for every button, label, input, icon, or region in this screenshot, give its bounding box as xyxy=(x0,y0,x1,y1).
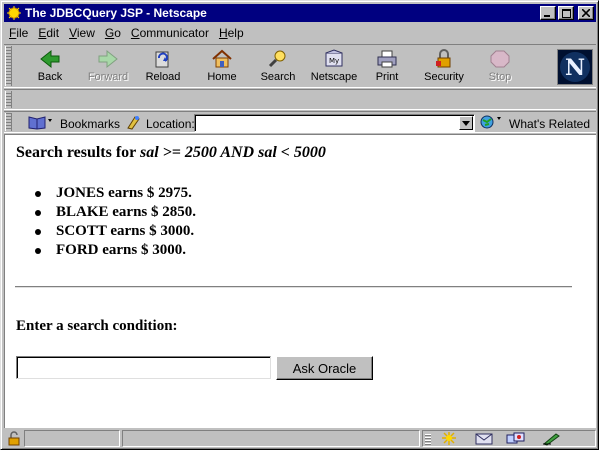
netscape-app-icon xyxy=(6,5,22,21)
whats-related-icon xyxy=(479,114,507,133)
minimize-button[interactable] xyxy=(540,6,556,20)
horizontal-rule xyxy=(15,286,572,288)
menu-edit[interactable]: Edit xyxy=(33,26,64,40)
forward-button[interactable]: Forward xyxy=(80,47,136,87)
band-grip[interactable] xyxy=(5,91,12,108)
location-label: Location: xyxy=(146,116,195,131)
chevron-down-icon xyxy=(462,120,470,126)
bookmarks-icon xyxy=(26,114,56,133)
back-arrow-icon xyxy=(37,47,63,71)
menu-go[interactable]: Go xyxy=(100,26,126,40)
list-item: BLAKE earns $ 2850. xyxy=(35,203,196,222)
search-icon xyxy=(265,47,291,71)
home-label: Home xyxy=(207,71,237,83)
netscape-label: Netscape xyxy=(310,71,358,83)
netscape-logo[interactable]: N xyxy=(557,49,593,85)
netscape-button[interactable]: My Netscape xyxy=(306,47,362,87)
location-label-group: Location: xyxy=(125,114,195,133)
reload-icon xyxy=(150,47,176,71)
location-icon xyxy=(125,114,143,133)
title-bar[interactable]: The JDBCQuery JSP - Netscape xyxy=(4,4,596,22)
progress-cell xyxy=(24,430,120,447)
results-list: JONES earns $ 2975. BLAKE earns $ 2850. … xyxy=(35,184,196,260)
menu-help[interactable]: Help xyxy=(214,26,249,40)
results-heading-condition: sal >= 2500 AND sal < 5000 xyxy=(140,144,326,161)
security-button[interactable]: Security xyxy=(416,47,472,87)
navigator-icon[interactable] xyxy=(438,431,460,449)
component-bar xyxy=(422,430,596,447)
forward-label: Forward xyxy=(87,71,129,83)
print-label: Print xyxy=(375,71,399,83)
toolbar-grip[interactable] xyxy=(5,46,12,86)
mail-icon[interactable] xyxy=(473,431,495,449)
list-item: JONES earns $ 2975. xyxy=(35,184,196,203)
print-button[interactable]: Print xyxy=(359,47,415,87)
home-button[interactable]: Home xyxy=(194,47,250,87)
browser-window: The JDBCQuery JSP - Netscape File Edit V… xyxy=(0,0,599,450)
menu-view[interactable]: View xyxy=(64,26,100,40)
security-status-icon[interactable] xyxy=(6,431,22,449)
whats-related-button[interactable]: What's Related xyxy=(479,114,590,133)
home-icon xyxy=(209,47,235,71)
search-condition-input[interactable] xyxy=(16,356,271,379)
print-icon xyxy=(374,47,400,71)
component-bar-grip[interactable] xyxy=(425,433,431,445)
stop-label: Stop xyxy=(488,71,512,83)
close-button[interactable] xyxy=(578,6,594,20)
location-grip[interactable] xyxy=(5,113,12,131)
stop-icon xyxy=(487,47,513,71)
whats-related-label: What's Related xyxy=(509,116,590,131)
status-bar xyxy=(4,429,596,448)
reload-button[interactable]: Reload xyxy=(135,47,191,87)
search-prompt-label: Enter a search condition: xyxy=(16,318,178,334)
security-lock-icon xyxy=(431,47,457,71)
location-dropdown-button[interactable] xyxy=(459,116,473,130)
composer-icon[interactable] xyxy=(541,431,563,449)
location-url-field[interactable] xyxy=(194,114,475,132)
bookmarks-label: Bookmarks xyxy=(60,116,121,131)
stop-button[interactable]: Stop xyxy=(472,47,528,87)
list-item: FORD earns $ 3000. xyxy=(35,241,196,260)
status-message-cell xyxy=(122,430,420,447)
back-label: Back xyxy=(37,71,63,83)
reload-label: Reload xyxy=(145,71,181,83)
menu-file[interactable]: File xyxy=(4,26,33,40)
security-label: Security xyxy=(424,71,464,83)
search-button[interactable]: Search xyxy=(250,47,306,87)
menu-communicator[interactable]: Communicator xyxy=(126,26,214,40)
location-toolbar: Bookmarks Location: What's Related xyxy=(4,111,596,133)
ask-oracle-button[interactable]: Ask Oracle xyxy=(276,356,373,380)
empty-toolbar-band xyxy=(4,89,596,110)
forward-arrow-icon xyxy=(95,47,121,71)
my-netscape-icon: My xyxy=(321,47,347,71)
window-title: The JDBCQuery JSP - Netscape xyxy=(25,6,207,20)
maximize-button[interactable] xyxy=(558,6,574,20)
newsgroups-icon[interactable] xyxy=(505,431,527,449)
back-button[interactable]: Back xyxy=(22,47,78,87)
results-heading: Search results for sal >= 2500 AND sal <… xyxy=(16,144,326,162)
svg-text:My: My xyxy=(329,57,339,65)
svg-text:N: N xyxy=(565,55,585,81)
page-content: Search results for sal >= 2500 AND sal <… xyxy=(4,134,596,428)
search-label: Search xyxy=(260,71,296,83)
menu-bar: File Edit View Go Communicator Help xyxy=(4,23,596,42)
navigation-toolbar: Back Forward Reload Home Search My Netsc… xyxy=(4,44,596,88)
results-heading-prefix: Search results for xyxy=(16,144,136,161)
list-item: SCOTT earns $ 3000. xyxy=(35,222,196,241)
bookmarks-button[interactable]: Bookmarks xyxy=(26,114,120,133)
